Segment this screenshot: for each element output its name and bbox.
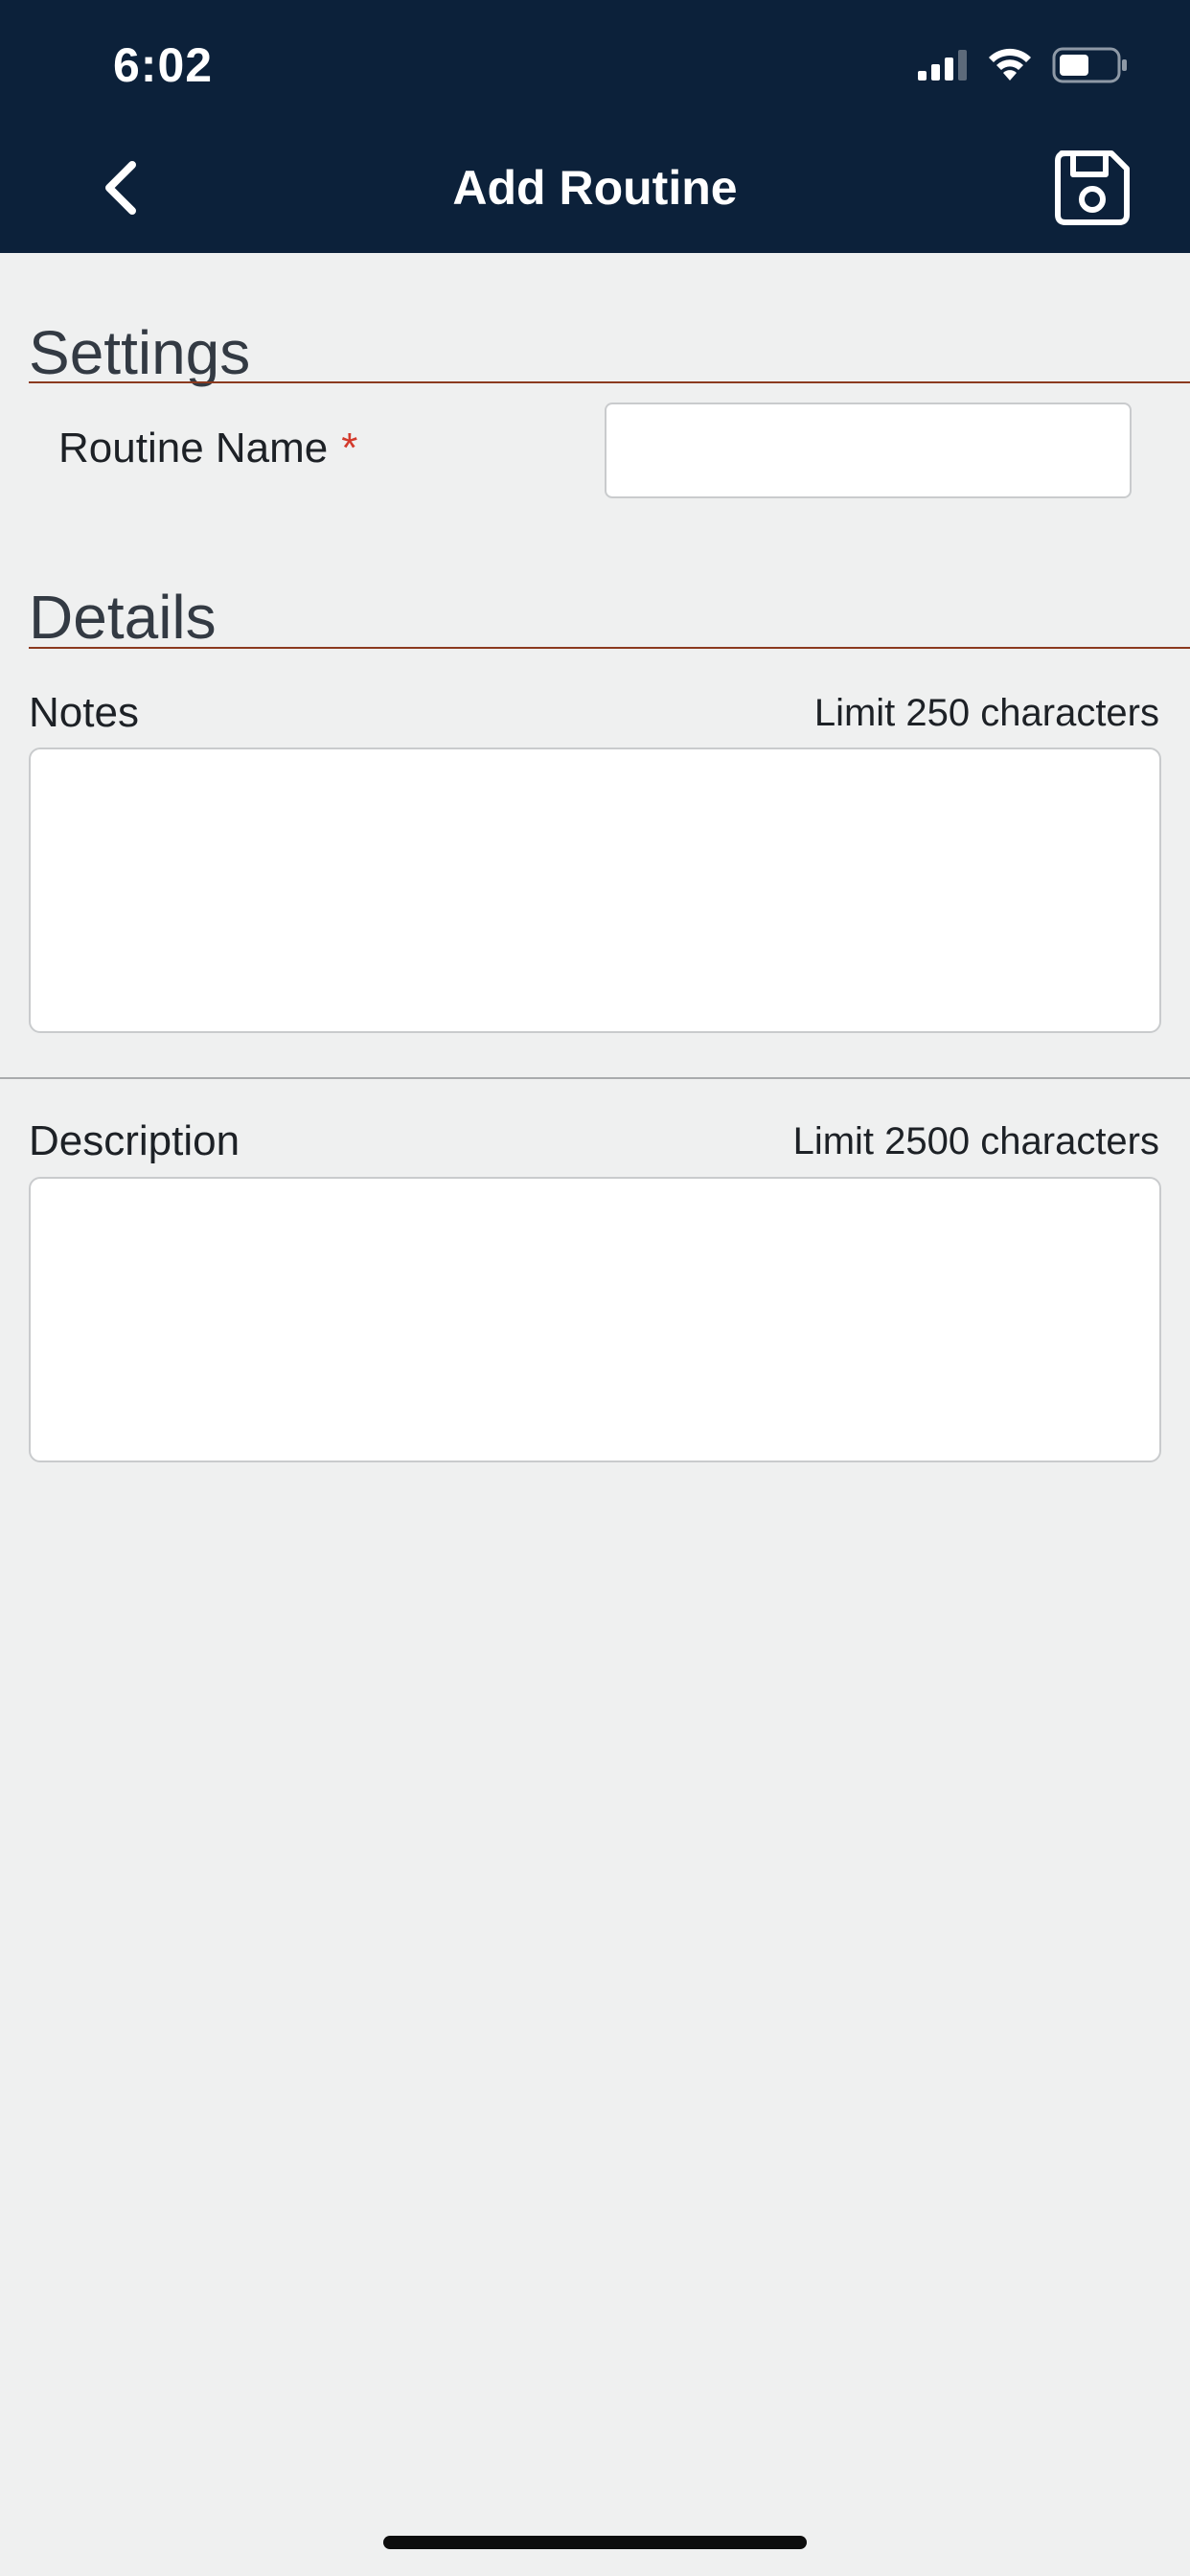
home-indicator: [383, 2536, 807, 2549]
settings-heading: Settings: [29, 318, 251, 387]
header-bar: 6:02 Add Routine: [0, 0, 1190, 253]
details-divider: [29, 647, 1190, 649]
routine-name-label: Routine Name *: [58, 422, 357, 475]
status-time: 6:02: [113, 38, 214, 92]
page-title: Add Routine: [452, 161, 738, 215]
details-heading: Details: [29, 583, 217, 652]
description-textarea[interactable]: [29, 1177, 1161, 1462]
battery-icon: [1052, 47, 1127, 83]
routine-name-input[interactable]: [605, 402, 1132, 498]
notes-label: Notes: [29, 689, 139, 736]
wifi-icon: [989, 48, 1031, 80]
required-marker: *: [341, 425, 358, 472]
description-limit-text: Limit 2500 characters: [792, 1120, 1159, 1162]
description-label: Description: [29, 1117, 240, 1164]
routine-name-label-text: Routine Name: [58, 425, 329, 472]
settings-divider: [29, 381, 1190, 383]
cellular-signal-icon: [918, 50, 967, 80]
floppy-disk-icon: [1055, 150, 1130, 225]
notes-limit-text: Limit 250 characters: [813, 692, 1159, 734]
field-divider: [0, 1077, 1190, 1079]
save-button[interactable]: [1052, 148, 1133, 228]
notes-textarea[interactable]: [29, 748, 1161, 1033]
